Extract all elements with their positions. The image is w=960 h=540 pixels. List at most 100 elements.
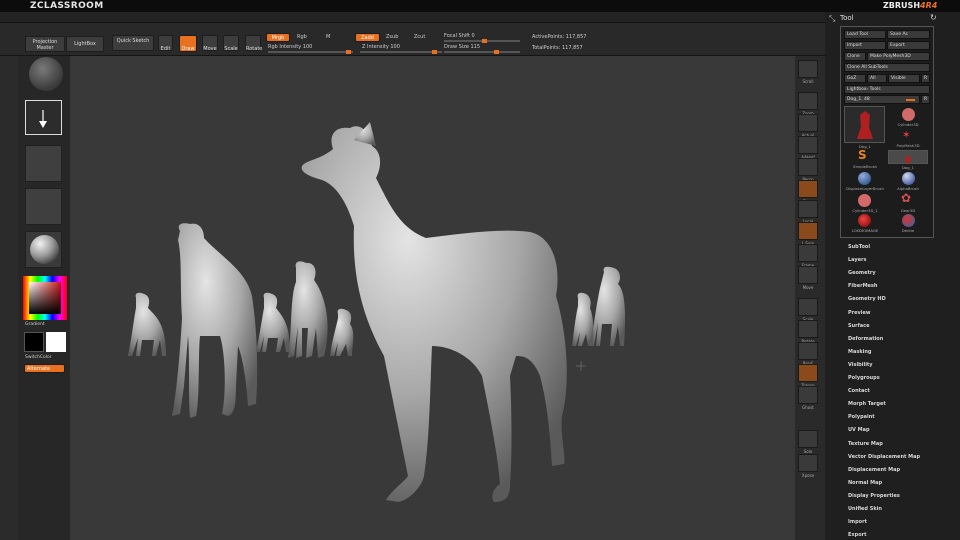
shelf-local-button[interactable]: [798, 200, 818, 218]
tool-section-import[interactable]: Import: [848, 519, 867, 525]
shelf-rotate-button[interactable]: [798, 320, 818, 338]
shelf-move-button[interactable]: [798, 266, 818, 284]
shelf-aahalf-button[interactable]: [798, 136, 818, 154]
gear3d-icon[interactable]: ✿: [901, 191, 911, 205]
tool-section-surface[interactable]: Surface: [848, 323, 870, 329]
clone-all-subtools-button[interactable]: Clone All SubTools: [844, 63, 930, 72]
export-button[interactable]: Export: [887, 41, 930, 50]
tool-section-polygroups[interactable]: Polygroups: [848, 375, 880, 381]
load-tool-button[interactable]: Load Tool: [844, 30, 886, 39]
palette-refresh-icon[interactable]: ↻: [930, 13, 937, 22]
lightbox-tools-button[interactable]: Lightbox› Tools: [844, 85, 930, 94]
current-tool-slider-knob[interactable]: [906, 99, 915, 101]
dog-models[interactable]: [70, 56, 795, 540]
secondary-color-swatch[interactable]: [46, 332, 66, 352]
rgb-intensity-knob[interactable]: [346, 50, 351, 54]
move-button[interactable]: Move: [202, 35, 218, 52]
tool-section-texture-map[interactable]: Texture Map: [848, 441, 883, 447]
shelf-persp-button[interactable]: [798, 158, 818, 176]
tool-section-fibermesh[interactable]: FiberMesh: [848, 283, 877, 289]
focal-shift-knob[interactable]: [482, 39, 487, 43]
focal-shift-track[interactable]: [444, 39, 520, 43]
tool-section-displacement-map[interactable]: Displacement Map: [848, 467, 900, 473]
zadd-toggle[interactable]: Zadd: [355, 33, 380, 42]
texture-icon[interactable]: [25, 188, 62, 225]
cylinder3d-icon[interactable]: [902, 108, 915, 121]
main-color-swatch[interactable]: [24, 332, 44, 352]
tool-section-contact[interactable]: Contact: [848, 388, 870, 394]
tool-section-visibility[interactable]: Visibility: [848, 362, 873, 368]
rgb-intensity-slider[interactable]: Rgb Intensity 100: [268, 44, 312, 50]
draw-button[interactable]: Draw: [179, 35, 197, 52]
tool-thumb-dog-active[interactable]: [888, 150, 928, 164]
shelf-solo-button[interactable]: [798, 430, 818, 448]
tool-section-unified-skin[interactable]: Unified Skin: [848, 506, 882, 512]
draw-size-knob[interactable]: [494, 50, 499, 54]
zcut-toggle[interactable]: Zcut: [414, 34, 425, 40]
shelf-actual-button[interactable]: [798, 114, 818, 132]
tool-section-layers[interactable]: Layers: [848, 257, 867, 263]
alphabrush-icon[interactable]: [902, 172, 915, 185]
goz-button[interactable]: GoZ: [844, 74, 866, 83]
shelf-lsym-button[interactable]: [798, 222, 818, 240]
shelf-zoom-button[interactable]: [798, 92, 818, 110]
color-picker[interactable]: [23, 276, 67, 320]
rgb-toggle[interactable]: Rgb: [297, 34, 307, 40]
tool-section-masking[interactable]: Masking: [848, 349, 872, 355]
import-button[interactable]: Import: [844, 41, 886, 50]
rotate-button[interactable]: Rotate: [245, 35, 262, 52]
alpha-icon[interactable]: [25, 145, 62, 182]
zsub-toggle[interactable]: Zsub: [386, 34, 398, 40]
shelf-polyf-button[interactable]: [798, 342, 818, 360]
tool-section-export[interactable]: Export: [848, 532, 867, 538]
shelf-ghost-button[interactable]: [798, 386, 818, 404]
z-intensity-track[interactable]: [360, 50, 442, 54]
rgb-intensity-track[interactable]: [268, 50, 353, 54]
draw-size-track[interactable]: [444, 50, 520, 54]
tool-section-geometry-hd[interactable]: Geometry HD: [848, 296, 886, 302]
shelf-transp-button[interactable]: [798, 364, 818, 382]
mrgb-toggle[interactable]: Mrgb: [266, 33, 290, 42]
dog-model-right-1[interactable]: [590, 266, 626, 346]
focal-shift-slider[interactable]: Focal Shift 0: [444, 33, 475, 39]
dog-model-small-1[interactable]: [128, 292, 166, 356]
tool-section-polypaint[interactable]: Polypaint: [848, 414, 875, 420]
shelf-floor-button[interactable]: [798, 180, 818, 198]
z-intensity-knob[interactable]: [432, 50, 437, 54]
dog-model-small-2[interactable]: [256, 292, 290, 352]
tool-thumb-dog[interactable]: [844, 106, 885, 143]
palette-move-icon[interactable]: ⤡: [829, 14, 835, 24]
goz-all-button[interactable]: All: [867, 74, 887, 83]
quick-sketch-button[interactable]: Quick Sketch: [112, 35, 154, 51]
make-polymesh-button[interactable]: Make PolyMesh3D: [867, 52, 930, 61]
shelf-frame-button[interactable]: [798, 244, 818, 262]
tool-section-display-properties[interactable]: Display Properties: [848, 493, 900, 499]
brush-icon[interactable]: [29, 57, 63, 91]
goz-visible-button[interactable]: Visible: [888, 74, 920, 83]
save-as-button[interactable]: Save As: [887, 30, 930, 39]
shelf-xpose-button[interactable]: [798, 454, 818, 472]
tool-section-vector-displacement-map[interactable]: Vector Displacement Map: [848, 454, 920, 460]
tool-section-morph-target[interactable]: Morph Target: [848, 401, 886, 407]
material-icon[interactable]: [25, 231, 62, 268]
loxdioimage-icon[interactable]: [858, 214, 871, 227]
shelf-scroll-button[interactable]: [798, 60, 818, 78]
dog-model-left[interactable]: [172, 223, 258, 418]
current-tool-r-button[interactable]: R: [921, 95, 930, 104]
shelf-scale-button[interactable]: [798, 298, 818, 316]
tool-section-geometry[interactable]: Geometry: [848, 270, 876, 276]
tool-section-normal-map[interactable]: Normal Map: [848, 480, 882, 486]
tool-section-uv-map[interactable]: UV Map: [848, 427, 870, 433]
lightbox-button[interactable]: LightBox: [66, 36, 104, 52]
displacelayerbrush-icon[interactable]: [858, 172, 871, 185]
z-intensity-slider[interactable]: Z Intensity 100: [362, 44, 400, 50]
gradient-label[interactable]: Gradient: [25, 322, 45, 327]
dog-model-right-2[interactable]: [572, 292, 594, 346]
clone-button[interactable]: Clone: [844, 52, 866, 61]
alternate-button[interactable]: Alternate: [24, 364, 65, 373]
scale-button[interactable]: Scale: [223, 35, 239, 52]
dentie-icon[interactable]: [902, 214, 915, 227]
color-square[interactable]: [29, 282, 61, 314]
tool-section-subtool[interactable]: SubTool: [848, 244, 870, 250]
projection-master-button[interactable]: Projection Master: [25, 36, 65, 52]
